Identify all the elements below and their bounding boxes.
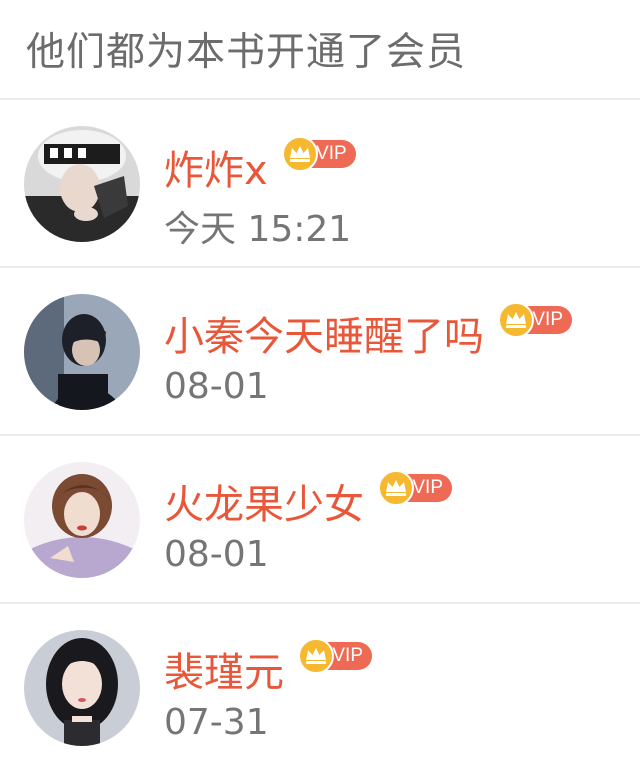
name-line: 火龙果少女 VIP: [164, 470, 456, 530]
vip-badge: VIP: [378, 470, 456, 506]
crown-icon: [378, 470, 414, 506]
vip-badge: VIP: [281, 136, 360, 172]
vip-badge: VIP: [498, 302, 576, 338]
member-row[interactable]: 裴瑾元 VIP 07-31: [0, 604, 640, 762]
member-name[interactable]: 炸炸x: [164, 138, 268, 196]
name-line: 炸炸x VIP: [164, 136, 360, 196]
avatar-photo-icon: [24, 630, 140, 746]
section-header: 他们都为本书开通了会员: [0, 0, 640, 100]
avatar-photo-icon: [24, 462, 140, 578]
name-line: 裴瑾元 VIP: [164, 638, 376, 698]
member-name[interactable]: 火龙果少女: [164, 472, 364, 530]
section-title: 他们都为本书开通了会员: [26, 30, 467, 75]
member-name[interactable]: 小秦今天睡醒了吗: [164, 304, 484, 362]
crown-icon: [498, 302, 534, 338]
avatar-photo-icon: [24, 294, 140, 410]
user-avatar[interactable]: [24, 630, 140, 746]
open-time: 07-31: [164, 702, 269, 743]
open-time: 08-01: [164, 366, 269, 407]
member-row[interactable]: 火龙果少女 VIP 08-01: [0, 436, 640, 604]
avatar-photo-icon: [24, 126, 140, 242]
name-line: 小秦今天睡醒了吗 VIP: [164, 302, 576, 362]
user-avatar[interactable]: [24, 294, 140, 410]
member-row[interactable]: 小秦今天睡醒了吗 VIP 08-01: [0, 268, 640, 436]
crown-icon: [281, 136, 318, 172]
open-time: 今天 15:21: [164, 209, 352, 250]
open-time: 08-01: [164, 534, 269, 575]
crown-icon: [298, 638, 334, 674]
user-avatar[interactable]: [24, 462, 140, 578]
vip-badge: VIP: [298, 638, 376, 674]
user-avatar[interactable]: [24, 126, 140, 242]
member-row[interactable]: 炸炸x VIP 今天 15:21: [0, 100, 640, 268]
member-name[interactable]: 裴瑾元: [164, 640, 284, 698]
member-list-page: 他们都为本书开通了会员 炸炸x VIP 今天 15:21 小秦今天睡醒了吗 VI…: [0, 0, 640, 762]
